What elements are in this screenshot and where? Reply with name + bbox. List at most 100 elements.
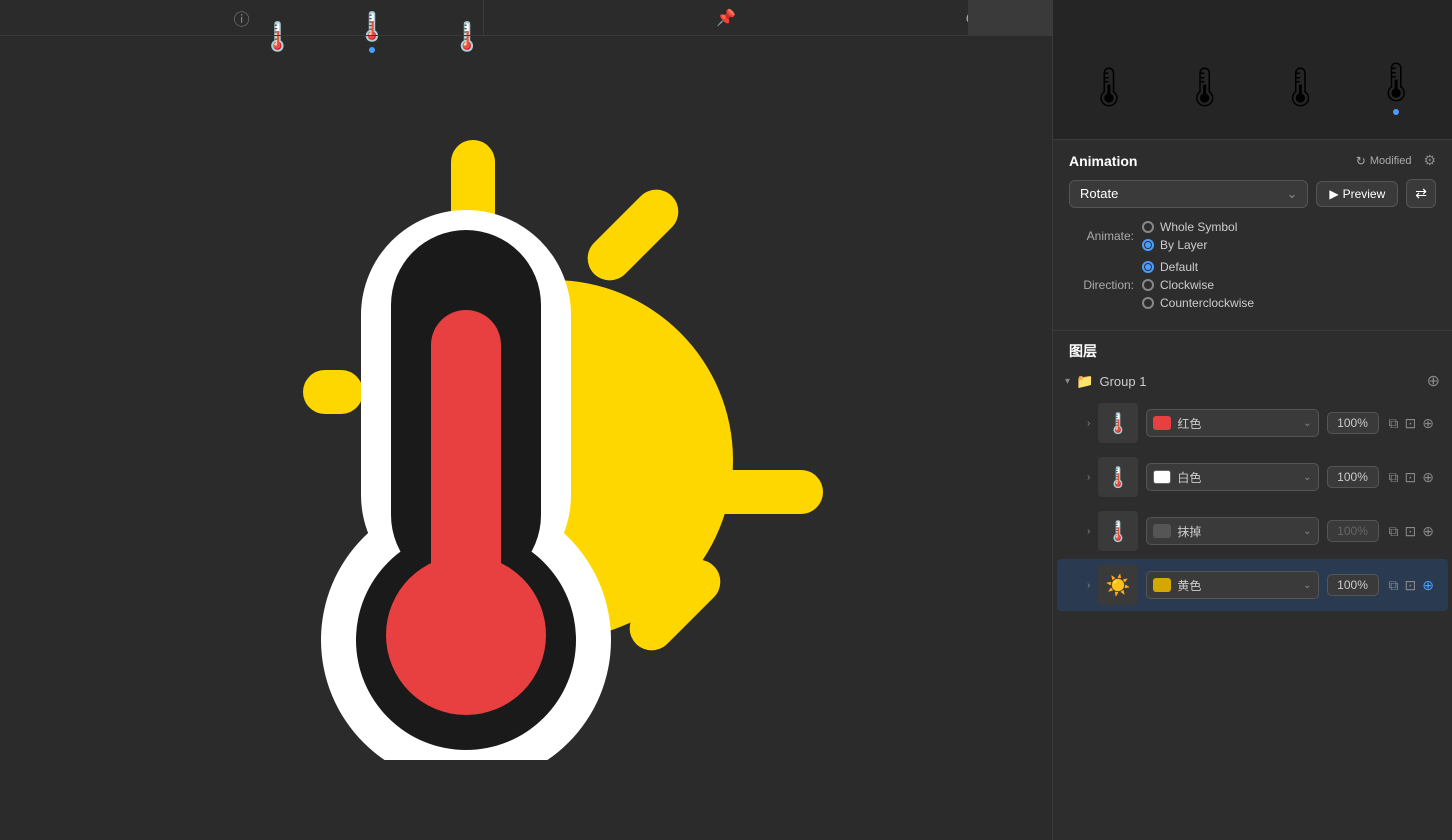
direction-default[interactable]: Default (1142, 260, 1254, 274)
modified-label: ↻ Modified ⚙ (1356, 152, 1436, 169)
layer-item-yellow[interactable]: › ☀️ 黄色 ⌄ 100% ⧉ ⊡ ⊕ (1057, 559, 1448, 611)
group-row[interactable]: ▾ 📁 Group 1 ⊕ (1053, 367, 1452, 395)
main-svg (123, 80, 823, 760)
layer-opacity-red[interactable]: 100% (1327, 412, 1379, 434)
layer-color-dropdown-erase[interactable]: 抹掉 ⌄ (1146, 517, 1318, 545)
active-frame-dot (369, 47, 375, 53)
direction-clockwise-radio[interactable] (1142, 279, 1154, 291)
dropdown-chevron-yellow: ⌄ (1303, 580, 1311, 591)
animate-layer-label: By Layer (1160, 238, 1207, 252)
layer-color-name-erase: 抹掉 (1177, 523, 1297, 540)
more-icon-red[interactable]: ⊕ (1420, 413, 1436, 434)
layers-icon-white[interactable]: ⊡ (1403, 467, 1419, 488)
direction-clockwise[interactable]: Clockwise (1142, 278, 1254, 292)
duplicate-icon-white[interactable]: ⧉ (1387, 467, 1401, 488)
animate-radio-group: Animate: Whole Symbol By Layer (1069, 220, 1436, 252)
layers-icon-erase[interactable]: ⊡ (1403, 521, 1419, 542)
duplicate-icon-yellow[interactable]: ⧉ (1387, 575, 1401, 596)
animate-options: Whole Symbol By Layer (1142, 220, 1237, 252)
direction-counterclockwise-label: Counterclockwise (1160, 296, 1254, 310)
more-icon-yellow[interactable]: ⊕ (1420, 575, 1436, 596)
preview-frame-1[interactable]: 🌡 (1085, 66, 1133, 110)
layer-item-erase[interactable]: › 🌡️ 抹掉 ⌄ 100% ⧉ ⊡ ⊕ (1057, 505, 1448, 557)
direction-default-label: Default (1160, 260, 1198, 274)
preview-strip: 🌡 🌡 🌡 🌡 (1053, 0, 1452, 140)
play-icon: ▶ (1329, 187, 1338, 201)
layer-color-swatch-erase (1153, 524, 1171, 538)
more-icon-white[interactable]: ⊕ (1420, 467, 1436, 488)
animate-layer-radio[interactable] (1142, 239, 1154, 251)
more-icon-erase[interactable]: ⊕ (1420, 521, 1436, 542)
layers-header: 图层 (1053, 331, 1452, 367)
canvas-area: ⊕ ⚲ ○ 🌡️ 🌡️ 🌡️ (0, 0, 1052, 840)
layer-chevron-white[interactable]: › (1087, 472, 1090, 483)
group-add-icon[interactable]: ⊕ (1427, 371, 1440, 391)
animate-whole-symbol[interactable]: Whole Symbol (1142, 220, 1237, 234)
layer-color-swatch-white (1153, 470, 1171, 484)
layers-icon-yellow[interactable]: ⊡ (1403, 575, 1419, 596)
dropdown-chevron-erase: ⌄ (1303, 526, 1311, 537)
preview-frame-3[interactable]: 🌡 (1276, 66, 1324, 110)
animate-by-layer[interactable]: By Layer (1142, 238, 1237, 252)
animation-section: Animation ↻ Modified ⚙ Rotate ⌄ ▶ Previe… (1053, 140, 1452, 331)
swap-button[interactable]: ⇄ (1406, 179, 1436, 208)
preview-frames-container: 🌡 🌡 🌡 🌡 (1053, 61, 1452, 115)
animate-whole-label: Whole Symbol (1160, 220, 1237, 234)
preview-button[interactable]: ▶ Preview (1316, 181, 1398, 207)
layer-opacity-erase[interactable]: 100% (1327, 520, 1379, 542)
duplicate-icon-red[interactable]: ⧉ (1387, 413, 1401, 434)
layer-color-name-red: 红色 (1177, 415, 1297, 432)
layer-color-dropdown-red[interactable]: 红色 ⌄ (1146, 409, 1318, 437)
preview-frame-4[interactable]: 🌡 (1372, 61, 1420, 115)
layer-chevron-erase[interactable]: › (1087, 526, 1090, 537)
preview-thumb-emoji-3: 🌡 (1276, 66, 1324, 110)
layer-color-swatch-red (1153, 416, 1171, 430)
layers-icon-red[interactable]: ⊡ (1403, 413, 1419, 434)
direction-radio-group: Direction: Default Clockwise Countercloc… (1069, 260, 1436, 310)
layer-color-dropdown-yellow[interactable]: 黄色 ⌄ (1146, 571, 1318, 599)
direction-counterclockwise[interactable]: Counterclockwise (1142, 296, 1254, 310)
animate-whole-radio[interactable] (1142, 221, 1154, 233)
layer-opacity-white[interactable]: 100% (1327, 466, 1379, 488)
right-panel: ⓘ 📌 ▶ 🌡 🌡 🌡 🌡 Animation ↻ (1052, 0, 1452, 840)
dropdown-chevron-red: ⌄ (1303, 418, 1311, 429)
animation-controls: Rotate ⌄ ▶ Preview ⇄ (1069, 179, 1436, 208)
layer-thumb-erase: 🌡️ (1098, 511, 1138, 551)
layer-item-white[interactable]: › 🌡️ 白色 ⌄ 100% ⧉ ⊡ ⊕ (1057, 451, 1448, 503)
animation-type-dropdown[interactable]: Rotate ⌄ (1069, 180, 1308, 208)
layer-color-dropdown-white[interactable]: 白色 ⌄ (1146, 463, 1318, 491)
animation-title: Animation (1069, 153, 1137, 169)
layer-thumb-white: 🌡️ (1098, 457, 1138, 497)
direction-clockwise-label: Clockwise (1160, 278, 1214, 292)
direction-counterclockwise-radio[interactable] (1142, 297, 1154, 309)
animate-label: Animate: (1069, 229, 1134, 243)
preview-frame-2[interactable]: 🌡 (1181, 66, 1229, 110)
layer-chevron-red[interactable]: › (1087, 418, 1090, 429)
animation-header: Animation ↻ Modified ⚙ (1069, 152, 1436, 169)
layer-actions-erase: ⧉ ⊡ ⊕ (1387, 521, 1436, 542)
preview-thumb-emoji-1: 🌡 (1085, 66, 1133, 110)
preview-thumb-emoji-4: 🌡 (1372, 61, 1420, 105)
direction-label: Direction: (1069, 278, 1134, 292)
preview-active-dot (1393, 109, 1399, 115)
direction-default-radio[interactable] (1142, 261, 1154, 273)
layer-chevron-yellow[interactable]: › (1087, 580, 1090, 591)
layer-opacity-yellow[interactable]: 100% (1327, 574, 1379, 596)
dropdown-arrow-icon: ⌄ (1286, 186, 1297, 202)
layer-item-red[interactable]: › 🌡️ 红色 ⌄ 100% ⧉ ⊡ ⊕ (1057, 397, 1448, 449)
layers-section: 图层 ▾ 📁 Group 1 ⊕ › 🌡️ 红色 ⌄ 100% ⧉ ⊡ ⊕ (1053, 331, 1452, 840)
canvas-main (123, 80, 823, 760)
layer-color-name-white: 白色 (1177, 469, 1297, 486)
dropdown-chevron-white: ⌄ (1303, 472, 1311, 483)
layer-thumb-yellow: ☀️ (1098, 565, 1138, 605)
group-chevron-icon[interactable]: ▾ (1065, 376, 1070, 387)
preview-thumb-emoji-2: 🌡 (1181, 66, 1229, 110)
layer-color-name-yellow: 黄色 (1177, 577, 1297, 594)
layer-actions-red: ⧉ ⊡ ⊕ (1387, 413, 1436, 434)
layer-actions-yellow: ⧉ ⊡ ⊕ (1387, 575, 1436, 596)
group-name: Group 1 (1099, 374, 1420, 389)
refresh-icon: ↻ (1356, 154, 1366, 168)
duplicate-icon-erase[interactable]: ⧉ (1387, 521, 1401, 542)
animate-row: Animate: Whole Symbol By Layer (1069, 220, 1436, 252)
settings-icon[interactable]: ⚙ (1423, 152, 1436, 169)
